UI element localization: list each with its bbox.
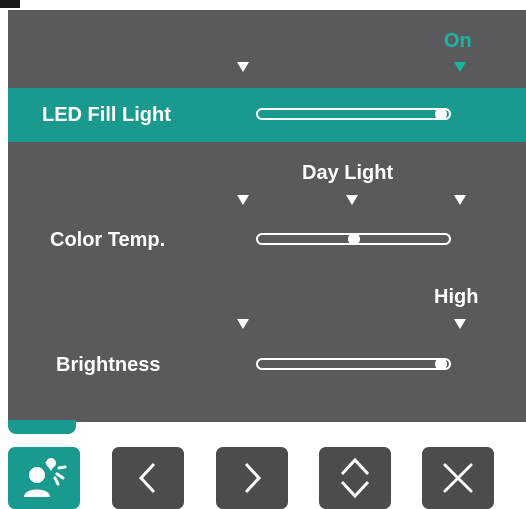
led-marker-max	[454, 62, 466, 72]
color-temp-row[interactable]: Day Light Color Temp.	[8, 142, 526, 270]
brightness-slider-knob[interactable]	[435, 358, 447, 370]
brightness-value-text: High	[434, 286, 479, 308]
up-down-button[interactable]	[319, 447, 391, 509]
active-tab-indicator	[8, 420, 76, 434]
chevron-right-icon	[237, 460, 267, 496]
color-temp-label: Color Temp.	[50, 229, 166, 251]
color-marker-mid	[346, 195, 358, 205]
brightness-slider[interactable]	[256, 358, 451, 370]
led-fill-light-slider[interactable]	[256, 108, 451, 120]
user-cast-button[interactable]	[8, 447, 80, 509]
next-button[interactable]	[216, 447, 288, 509]
close-icon	[440, 460, 476, 496]
top-strip	[0, 0, 526, 10]
chevron-left-icon	[133, 460, 163, 496]
led-slider-knob[interactable]	[435, 108, 447, 120]
corner-mark	[0, 0, 20, 8]
color-temp-value-text: Day Light	[302, 162, 394, 184]
close-button[interactable]	[422, 447, 494, 509]
led-fill-light-header: On	[8, 10, 526, 88]
color-temp-slider-knob[interactable]	[347, 233, 360, 245]
osd-panel: On LED Fill Light Day Light Color Temp. …	[8, 10, 526, 422]
color-marker-max	[454, 195, 466, 205]
brightness-marker-max	[454, 319, 466, 329]
color-marker-min	[237, 195, 249, 205]
brightness-label: Brightness	[56, 354, 161, 376]
up-down-icon	[338, 454, 372, 502]
led-fill-light-label: LED Fill Light	[42, 104, 171, 126]
led-marker-min	[237, 62, 249, 72]
led-fill-light-row[interactable]: LED Fill Light	[8, 88, 526, 142]
brightness-row[interactable]: High Brightness	[8, 270, 526, 400]
brightness-marker-min	[237, 319, 249, 329]
previous-button[interactable]	[112, 447, 184, 509]
led-value-text: On	[444, 30, 472, 52]
button-bar	[0, 440, 526, 509]
user-cast-icon	[20, 457, 68, 499]
